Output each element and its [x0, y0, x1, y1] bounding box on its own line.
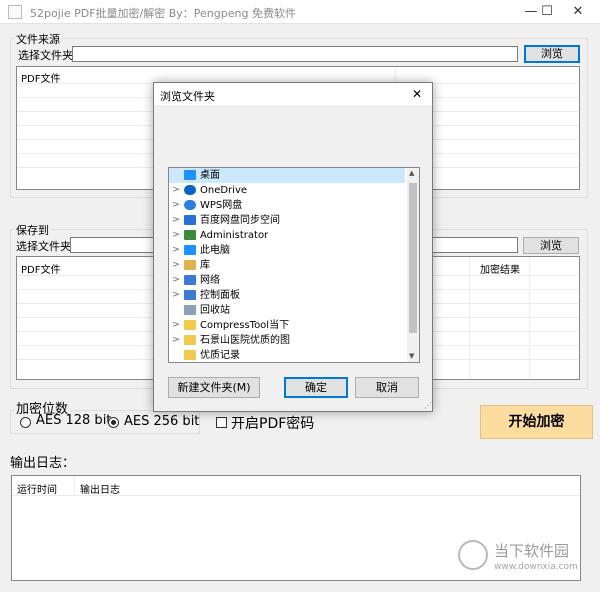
- tree-item[interactable]: > WPS网盘: [169, 198, 405, 213]
- scrollbar-thumb[interactable]: [409, 183, 417, 333]
- chevron-right-icon[interactable]: >: [172, 333, 180, 348]
- folder-tree[interactable]: 桌面 > OneDrive > WPS网盘 > 百度网盘同步空间 > Administrator…: [168, 167, 420, 363]
- cloud-icon: [184, 185, 196, 195]
- grid-line: [12, 495, 580, 496]
- tree-item-label: 回收站: [200, 305, 230, 316]
- ok-button[interactable]: 确定: [284, 377, 348, 398]
- resize-grip-icon[interactable]: ⋰: [424, 401, 432, 410]
- tree-item[interactable]: 回收站: [169, 303, 405, 318]
- recycle-bin-icon: [184, 305, 196, 315]
- aes256-radio[interactable]: [108, 417, 119, 428]
- tree-item-label: CompressTool当下: [200, 320, 290, 331]
- chevron-right-icon[interactable]: >: [172, 288, 180, 303]
- chevron-right-icon[interactable]: >: [172, 198, 180, 213]
- chevron-right-icon[interactable]: >: [172, 258, 180, 273]
- chevron-right-icon[interactable]: >: [172, 318, 180, 333]
- chevron-right-icon[interactable]: >: [172, 228, 180, 243]
- tree-item-label: 优质记录: [200, 350, 240, 361]
- tree-item[interactable]: 桌面: [169, 168, 405, 183]
- chevron-right-icon[interactable]: >: [172, 273, 180, 288]
- network-icon: [184, 275, 196, 285]
- aes128-label[interactable]: AES 128 bit: [36, 413, 111, 428]
- column-divider: [74, 476, 75, 494]
- save-select-label: 选择文件夹: [16, 240, 71, 253]
- watermark-url: www.downxia.com: [494, 562, 578, 572]
- dialog-title: 浏览文件夹: [160, 90, 215, 103]
- folder-icon: [184, 350, 196, 360]
- save-browse-button[interactable]: 浏览: [523, 237, 579, 254]
- tree-item-label: 库: [200, 260, 210, 271]
- scroll-up-icon[interactable]: ▲: [409, 169, 414, 177]
- tree-item-label: Administrator: [200, 230, 269, 241]
- save-col-result: 加密结果: [480, 265, 520, 276]
- tree-item[interactable]: > 百度网盘同步空间: [169, 213, 405, 228]
- tree-item-label: 百度网盘同步空间: [200, 215, 280, 226]
- tree-item-label: WPS网盘: [200, 200, 243, 211]
- new-folder-button[interactable]: 新建文件夹(M): [168, 377, 260, 398]
- tree-item-label: 此电脑: [200, 245, 230, 256]
- pdf-password-label[interactable]: 开启PDF密码: [231, 413, 314, 433]
- folder-icon: [184, 335, 196, 345]
- log-title: 输出日志：: [10, 456, 76, 471]
- chevron-right-icon[interactable]: >: [172, 243, 180, 258]
- aes128-radio[interactable]: [20, 417, 31, 428]
- tree-item[interactable]: > Administrator: [169, 228, 405, 243]
- tree-item[interactable]: 优质记录: [169, 348, 405, 362]
- dialog-close-button[interactable]: ✕: [412, 87, 422, 101]
- log-col-log: 输出日志: [80, 485, 120, 496]
- scroll-down-icon[interactable]: ▼: [409, 352, 414, 360]
- tree-item[interactable]: > 石景山医院优质的图: [169, 333, 405, 348]
- source-select-label: 选择文件夹: [18, 49, 73, 62]
- dialog-title-bar: 浏览文件夹 ✕: [154, 83, 432, 105]
- control-panel-icon: [184, 290, 196, 300]
- source-browse-button[interactable]: 浏览: [524, 45, 580, 63]
- tree-item[interactable]: > 库: [169, 258, 405, 273]
- pdf-password-checkbox[interactable]: [216, 417, 227, 428]
- log-col-time: 运行时间: [17, 485, 57, 496]
- cancel-button[interactable]: 取消: [355, 377, 419, 398]
- tree-item-label: 控制面板: [200, 290, 240, 301]
- tree-item-label: 石景山医院优质的图: [200, 335, 290, 346]
- save-group-label: 保存到: [14, 222, 51, 238]
- chevron-right-icon[interactable]: >: [172, 213, 180, 228]
- cloud-icon: [184, 200, 196, 210]
- tree-item[interactable]: > 控制面板: [169, 288, 405, 303]
- baidu-icon: [184, 215, 196, 225]
- start-encrypt-button[interactable]: 开始加密: [480, 405, 593, 439]
- tree-item[interactable]: > CompressTool当下: [169, 318, 405, 333]
- tree-item[interactable]: > 网络: [169, 273, 405, 288]
- desktop-icon: [184, 170, 196, 180]
- library-icon: [184, 260, 196, 270]
- tree-item[interactable]: > 此电脑: [169, 243, 405, 258]
- watermark-logo-icon: [458, 540, 488, 570]
- folder-icon: [184, 320, 196, 330]
- user-icon: [184, 230, 196, 240]
- save-col-pdf: PDF文件: [21, 265, 61, 276]
- app-icon: [8, 5, 22, 19]
- tree-item[interactable]: > OneDrive: [169, 183, 405, 198]
- close-button[interactable]: ✕: [555, 0, 600, 24]
- tree-item-label: 桌面: [200, 170, 220, 181]
- computer-icon: [184, 245, 196, 255]
- browse-folder-dialog: 浏览文件夹 ✕ 桌面 > OneDrive > WPS网盘 > 百度网盘同步空间 > Admin…: [153, 82, 433, 412]
- watermark-text: 当下软件园: [494, 542, 570, 560]
- tree-scrollbar[interactable]: ▲ ▼: [407, 168, 419, 362]
- source-folder-input[interactable]: [72, 46, 518, 62]
- tree-item-label: OneDrive: [200, 185, 248, 196]
- tree-item-label: 网络: [200, 275, 220, 286]
- title-bar: 52pojie PDF批量加密/解密 By：Pengpeng 免费软件 — ☐ …: [0, 0, 600, 24]
- source-group-label: 文件来源: [14, 31, 62, 47]
- chevron-right-icon[interactable]: >: [172, 183, 180, 198]
- aes256-label[interactable]: AES 256 bit: [124, 414, 199, 429]
- window-title: 52pojie PDF批量加密/解密 By：Pengpeng 免费软件: [30, 7, 296, 20]
